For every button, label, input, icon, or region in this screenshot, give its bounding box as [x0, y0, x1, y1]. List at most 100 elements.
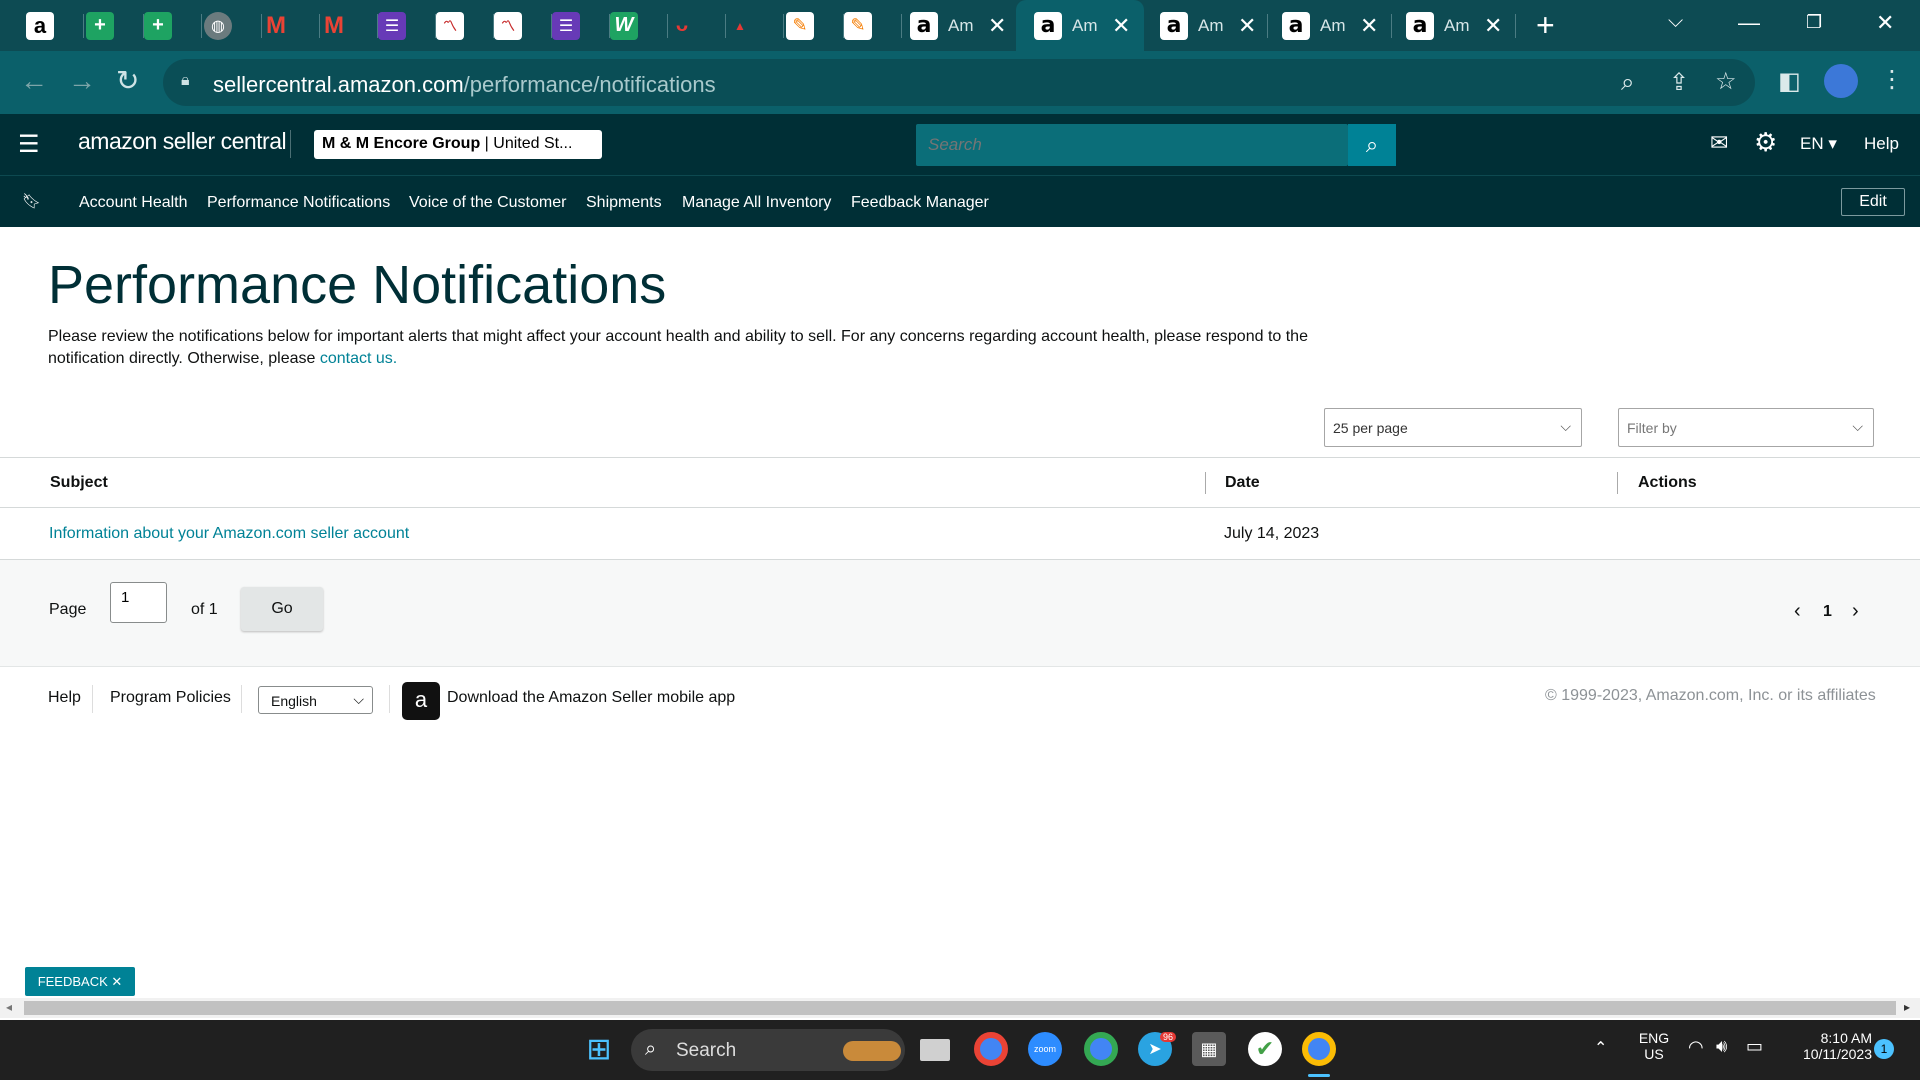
minimize-icon[interactable]: — — [1738, 10, 1760, 36]
windows-start-icon[interactable]: ⊞ — [582, 1032, 616, 1066]
browser-tab-amazon[interactable]: a Am ✕ — [904, 0, 1016, 51]
scroll-right-icon[interactable]: ▸ — [1904, 1000, 1910, 1014]
footer-language-select[interactable]: English ⌵ — [258, 686, 373, 714]
chrome-icon[interactable] — [974, 1032, 1008, 1066]
browser-tab[interactable]: ◍ — [204, 0, 262, 51]
back-arrow-icon[interactable]: ← — [20, 66, 48, 96]
close-tab-icon[interactable]: ✕ — [1238, 13, 1256, 39]
menu-kebab-icon[interactable]: ⋮ — [1880, 65, 1904, 94]
column-header-date[interactable]: Date — [1225, 474, 1260, 492]
browser-tab[interactable]: 〽 — [494, 0, 552, 51]
nav-performance-notifications[interactable]: Performance Notifications — [207, 194, 390, 212]
column-header-subject[interactable]: Subject — [50, 474, 108, 492]
battery-icon[interactable]: ▭ — [1746, 1036, 1763, 1057]
browser-tab[interactable]: M — [262, 0, 320, 51]
horizontal-scrollbar[interactable]: ◂ ▸ — [0, 998, 1920, 1018]
help-link[interactable]: Help — [1864, 134, 1899, 154]
close-tab-icon[interactable]: ✕ — [1484, 13, 1502, 39]
close-tab-icon[interactable]: ✕ — [1360, 13, 1378, 39]
scrollbar-thumb[interactable] — [24, 1001, 1896, 1015]
browser-tab-active[interactable]: a Am ✕ — [1016, 0, 1144, 51]
account-switcher[interactable]: M & M Encore Group | United St... — [314, 130, 602, 159]
per-page-select[interactable]: 25 per page ⌵ — [1324, 408, 1582, 447]
calculator-icon[interactable]: ▦ — [1192, 1032, 1226, 1066]
nav-shipments[interactable]: Shipments — [586, 194, 662, 212]
forms-icon: ☰ — [552, 11, 580, 40]
browser-tab[interactable]: a — [26, 0, 84, 51]
language-selector[interactable]: EN ▾ — [1800, 134, 1837, 154]
windows-taskbar: ⊞ ⌕ Search zoom ➤ 96 ▦ ✔ ⌃ ENG US ◠ 🔊︎ ▭ … — [0, 1020, 1920, 1080]
search-input[interactable] — [928, 135, 1328, 155]
close-window-icon[interactable]: ✕ — [1876, 10, 1894, 36]
page-number-input[interactable] — [110, 582, 167, 623]
nav-voice-of-customer[interactable]: Voice of the Customer — [409, 194, 566, 212]
browser-tab[interactable]: W — [610, 0, 668, 51]
filter-select[interactable]: Filter by ⌵ — [1618, 408, 1874, 447]
close-icon[interactable]: ✕ — [111, 974, 122, 990]
footer-help-link[interactable]: Help — [48, 689, 81, 707]
seller-central-logo[interactable]: amazon seller central — [78, 128, 287, 155]
chrome-active-icon[interactable] — [1302, 1032, 1336, 1066]
browser-tab[interactable]: ✎ — [786, 0, 844, 51]
contact-us-link[interactable]: contact us. — [320, 350, 397, 367]
browser-tab[interactable]: ᴗ — [668, 0, 726, 51]
new-tab-plus-icon[interactable]: + — [1536, 9, 1555, 41]
seller-app-icon[interactable]: a — [402, 682, 440, 720]
feedback-button[interactable]: FEEDBACK ✕ — [25, 967, 135, 996]
nav-feedback-manager[interactable]: Feedback Manager — [851, 194, 989, 212]
browser-tab[interactable]: ✎ — [844, 0, 902, 51]
restore-icon[interactable]: ❐ — [1806, 12, 1822, 33]
next-page-icon[interactable]: › — [1852, 600, 1859, 623]
profile-avatar[interactable] — [1824, 64, 1858, 98]
close-tab-icon[interactable]: ✕ — [1112, 13, 1130, 39]
zoom-out-icon[interactable]: ⌕ — [1621, 69, 1634, 97]
search-button[interactable]: ⌕ — [1348, 124, 1396, 166]
search-field[interactable] — [916, 124, 1348, 166]
close-tab-icon[interactable]: ✕ — [988, 13, 1006, 39]
taskbar-search[interactable]: ⌕ Search — [631, 1029, 905, 1071]
edit-nav-button[interactable]: Edit — [1841, 188, 1905, 216]
browser-tab[interactable]: ☰ — [552, 0, 610, 51]
scroll-left-icon[interactable]: ◂ — [6, 1000, 12, 1014]
zoom-icon[interactable]: zoom — [1028, 1032, 1062, 1066]
browser-tab[interactable]: + — [144, 0, 202, 51]
input-language-indicator[interactable]: ENG US — [1634, 1030, 1674, 1062]
browser-tab[interactable]: M — [320, 0, 378, 51]
previous-page-icon[interactable]: ‹ — [1794, 600, 1801, 623]
browser-tab-amazon[interactable]: a Am ✕ — [1268, 0, 1392, 51]
browser-tab-amazon[interactable]: a Am ✕ — [1144, 0, 1268, 51]
side-panel-icon[interactable]: ◧ — [1778, 67, 1801, 96]
bookmark-star-icon[interactable]: ☆ — [1715, 67, 1737, 96]
wifi-icon[interactable]: ◠ — [1688, 1037, 1704, 1058]
tray-chevron-up-icon[interactable]: ⌃ — [1594, 1038, 1607, 1058]
address-bar[interactable]: 🔒︎ sellercentral.amazon.com/performance/… — [163, 59, 1755, 106]
program-policies-link[interactable]: Program Policies — [110, 689, 231, 707]
tab-search-chevron-icon[interactable]: ⌵ — [1668, 10, 1683, 33]
column-divider — [1617, 472, 1618, 494]
hamburger-menu-icon[interactable]: ☰ — [18, 130, 40, 159]
go-button[interactable]: Go — [241, 587, 323, 631]
browser-tab[interactable]: 〽 — [436, 0, 494, 51]
notification-count-badge[interactable]: 1 — [1874, 1039, 1894, 1059]
browser-tab[interactable]: ☰ — [378, 0, 436, 51]
download-app-link[interactable]: Download the Amazon Seller mobile app — [447, 689, 735, 707]
volume-icon[interactable]: 🔊︎ — [1716, 1036, 1727, 1057]
task-view-icon[interactable] — [920, 1039, 950, 1061]
browser-tab-amazon[interactable]: a Am ✕ — [1392, 0, 1516, 51]
forward-arrow-icon[interactable]: → — [68, 66, 96, 96]
notification-subject-link[interactable]: Information about your Amazon.com seller… — [49, 525, 409, 543]
clock[interactable]: 8:10 AM 10/11/2023 — [1782, 1030, 1872, 1062]
browser-tab[interactable]: + — [86, 0, 144, 51]
gear-icon[interactable]: ⚙ — [1754, 127, 1777, 158]
browser-tab[interactable]: ▲ — [726, 0, 784, 51]
reload-icon[interactable]: ↻ — [116, 66, 139, 96]
check-app-icon[interactable]: ✔ — [1248, 1032, 1282, 1066]
nav-manage-inventory[interactable]: Manage All Inventory — [682, 194, 831, 212]
share-icon[interactable]: ⇪ — [1669, 68, 1689, 97]
mail-icon[interactable]: ✉ — [1710, 130, 1728, 156]
gmail-icon: M — [324, 11, 344, 39]
chrome-profile-icon[interactable] — [1084, 1032, 1118, 1066]
nav-account-health[interactable]: Account Health — [79, 194, 188, 212]
current-page-number[interactable]: 1 — [1823, 603, 1832, 621]
mustache-icon: ᴗ — [675, 14, 689, 36]
